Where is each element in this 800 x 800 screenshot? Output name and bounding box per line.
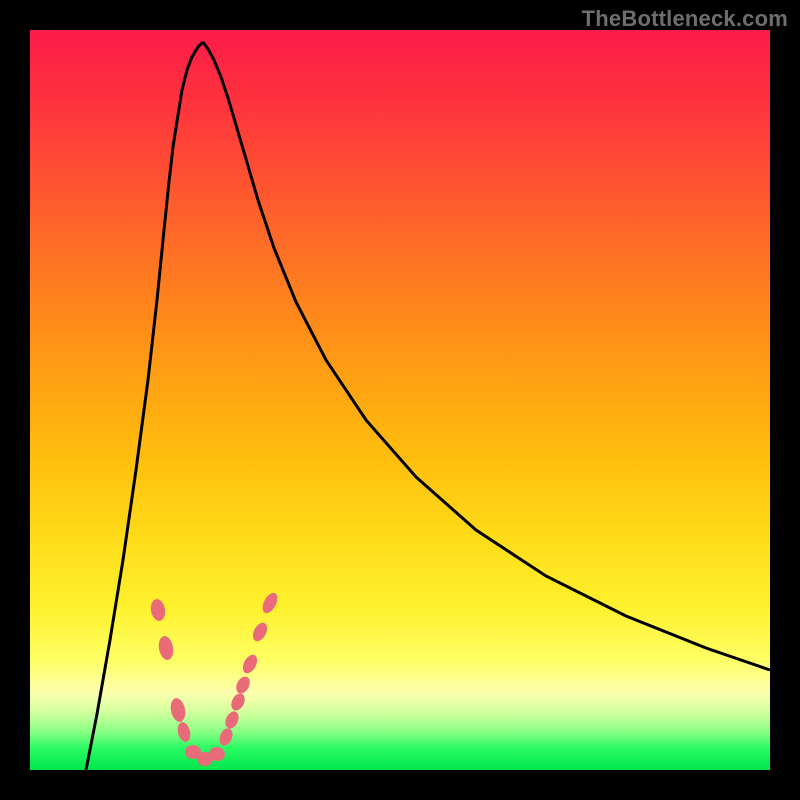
marker-left-d (176, 721, 192, 743)
chart-plot-area (30, 30, 770, 770)
marker-left-c (169, 697, 188, 723)
marker-right-b (223, 709, 241, 730)
marker-left-b (157, 635, 175, 661)
marker-left-a (149, 598, 167, 622)
marker-right-f (250, 620, 270, 643)
chart-frame: TheBottleneck.com (0, 0, 800, 800)
curve-left-branch (86, 42, 203, 770)
marker-right-c (229, 691, 248, 712)
marker-right-a (217, 726, 235, 747)
watermark-text: TheBottleneck.com (582, 6, 788, 32)
marker-right-e (240, 652, 260, 675)
marker-right-d (233, 674, 252, 696)
marker-right-g (260, 590, 281, 615)
curve-right-branch (203, 42, 770, 670)
chart-svg (30, 30, 770, 770)
marker-group (149, 590, 280, 766)
